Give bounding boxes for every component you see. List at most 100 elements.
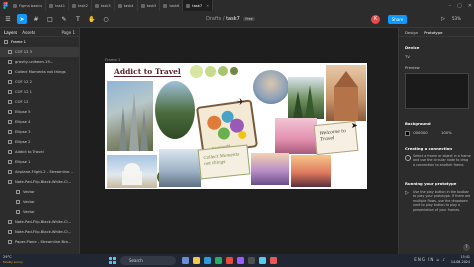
layer-item[interactable]: Collect Moments not things bbox=[0, 67, 79, 77]
frame-label[interactable]: Frame 1 bbox=[105, 57, 120, 62]
move-tool-icon[interactable]: ➤ bbox=[17, 14, 27, 24]
text-tool-icon[interactable]: T bbox=[73, 14, 83, 24]
layer-item[interactable]: COF 12 1 bbox=[0, 87, 79, 97]
browser-tab[interactable]: task6 bbox=[160, 0, 184, 11]
device-select[interactable]: TV bbox=[405, 54, 410, 59]
tab-layers[interactable]: Layers bbox=[4, 30, 17, 35]
layer-item[interactable]: Ellipse 5 bbox=[0, 107, 79, 117]
file-explorer-icon[interactable] bbox=[193, 257, 200, 264]
paper-plane-icon[interactable]: ➤ bbox=[351, 121, 358, 130]
team-name[interactable]: Drafts bbox=[206, 16, 221, 22]
layer-item[interactable]: Note-Pad-Flip-Black-White-Cl... bbox=[0, 217, 79, 227]
browser-tab[interactable]: task2 bbox=[69, 0, 92, 11]
browser-tab[interactable]: task4 bbox=[115, 0, 138, 11]
canvas[interactable]: Frame 1 Addict to Travel travel world ✈ bbox=[80, 28, 398, 254]
layer-item[interactable]: Vector bbox=[0, 187, 79, 197]
weather-widget[interactable]: 29°C Mostly sunny bbox=[3, 255, 23, 265]
layer-item[interactable]: Ellipse 4 bbox=[0, 117, 79, 127]
artboard-frame[interactable]: Addict to Travel travel world ✈ bbox=[105, 63, 367, 189]
minimize-icon[interactable]: – bbox=[449, 3, 452, 9]
language-indicator[interactable]: ENG IN bbox=[414, 257, 434, 262]
chrome-icon[interactable] bbox=[226, 257, 233, 264]
media-icon[interactable] bbox=[270, 257, 277, 264]
oval-landscape-photo[interactable] bbox=[155, 81, 195, 139]
airplane-icon[interactable]: ✈ bbox=[237, 98, 245, 108]
layer-item[interactable]: Ellipse 1 bbox=[0, 157, 79, 167]
figma-taskbar-icon[interactable] bbox=[237, 257, 244, 264]
layer-item[interactable]: COF 12 bbox=[0, 97, 79, 107]
mail-icon[interactable] bbox=[259, 257, 266, 264]
city-photo[interactable] bbox=[275, 118, 317, 154]
layer-item[interactable]: Ellipse 3 bbox=[0, 127, 79, 137]
zoom-level[interactable]: 53% bbox=[452, 16, 461, 21]
layer-item[interactable]: COF 12 3 bbox=[0, 47, 79, 57]
palette-ellipse-4[interactable] bbox=[230, 67, 238, 75]
maximize-icon[interactable]: ▢ bbox=[457, 3, 462, 9]
layer-label: COF 12 2 bbox=[15, 80, 32, 84]
browser-tab[interactable]: task1 bbox=[46, 0, 69, 11]
system-tray-icons[interactable]: ENG IN ⌂ ♪ bbox=[414, 257, 446, 262]
sunset-photo[interactable] bbox=[291, 155, 331, 187]
figma-logo-icon[interactable] bbox=[0, 0, 10, 11]
clock[interactable]: 15:41 14-08-2024 bbox=[451, 255, 470, 265]
task-view-icon[interactable] bbox=[182, 257, 189, 264]
close-icon[interactable]: ✕ bbox=[468, 3, 472, 9]
shape-tool-icon[interactable]: □ bbox=[45, 14, 55, 24]
layer-item[interactable]: Note-Pad-Flip-Black-White-Cl... bbox=[0, 177, 79, 187]
pagoda-photo[interactable] bbox=[159, 149, 201, 187]
store-icon[interactable] bbox=[215, 257, 222, 264]
share-button[interactable]: Share bbox=[388, 15, 407, 24]
tab-assets[interactable]: Assets bbox=[22, 30, 35, 35]
taskbar-search[interactable]: Search bbox=[120, 256, 176, 265]
tab-favicon-icon bbox=[163, 3, 168, 8]
lavender-photo[interactable] bbox=[251, 153, 289, 185]
page-selector[interactable]: Page 1 bbox=[62, 30, 76, 35]
layer-item[interactable]: gravity-unikeen-19... bbox=[0, 57, 79, 67]
layer-item[interactable]: Frame 1 bbox=[0, 37, 79, 47]
windows-start-icon[interactable] bbox=[109, 257, 116, 264]
traveler-photo[interactable] bbox=[253, 70, 289, 104]
layer-icon bbox=[16, 190, 20, 194]
browser-tab[interactable]: task3 bbox=[92, 0, 115, 11]
taj-mahal-photo[interactable] bbox=[107, 155, 157, 188]
main-menu-icon[interactable]: ☰ bbox=[3, 14, 13, 24]
comment-tool-icon[interactable]: ○ bbox=[101, 14, 111, 24]
background-opacity[interactable]: 100% bbox=[441, 130, 452, 135]
palette-ellipse-2[interactable] bbox=[205, 66, 216, 77]
layer-item[interactable]: Vector bbox=[0, 207, 79, 217]
layer-item[interactable]: Vector bbox=[0, 197, 79, 207]
layer-item[interactable]: Addict to Travel bbox=[0, 147, 79, 157]
help-icon[interactable]: ? bbox=[463, 244, 470, 251]
avatar[interactable]: K bbox=[371, 15, 380, 24]
browser-tab[interactable]: task5 bbox=[138, 0, 161, 11]
frame-tool-icon[interactable]: # bbox=[31, 14, 41, 24]
play-icon[interactable]: ▷ bbox=[439, 15, 447, 24]
file-name[interactable]: task7 bbox=[226, 16, 240, 22]
layer-item[interactable]: Note-Pad-Flip-Black-White-Cl... bbox=[0, 227, 79, 237]
layer-item[interactable]: Airplane-Flight-2 - Streamline... bbox=[0, 167, 79, 177]
artboard-title[interactable]: Addict to Travel bbox=[114, 67, 181, 77]
layer-item[interactable]: Ellipse 2 bbox=[0, 137, 79, 147]
quote-postcard[interactable]: Collect Moments not things bbox=[197, 144, 251, 180]
hand-tool-icon[interactable]: ✋ bbox=[87, 14, 97, 24]
palette-ellipse-1[interactable] bbox=[190, 65, 203, 78]
background-swatch[interactable] bbox=[405, 130, 410, 136]
layer-icon bbox=[8, 170, 12, 174]
monument-photo[interactable] bbox=[326, 65, 366, 121]
palette-ellipse-3[interactable] bbox=[218, 66, 228, 76]
tab-design[interactable]: Design bbox=[405, 30, 418, 35]
pen-tool-icon[interactable]: ✎ bbox=[59, 14, 69, 24]
background-hex[interactable]: 000000 bbox=[413, 130, 428, 135]
file-title[interactable]: Drafts / task7 Free bbox=[206, 16, 255, 22]
edge-icon[interactable] bbox=[204, 257, 211, 264]
browser-tab[interactable]: task7 ✕ bbox=[183, 0, 214, 11]
layer-item[interactable]: COF 12 2 bbox=[0, 77, 79, 87]
tab-prototype[interactable]: Prototype bbox=[424, 30, 442, 35]
layer-item[interactable]: Paper-Plane - Streamline Bra... bbox=[0, 237, 79, 247]
tab-close-icon[interactable]: ✕ bbox=[206, 4, 209, 8]
forest-photo[interactable] bbox=[288, 77, 324, 119]
browser-tab[interactable]: Figma basics bbox=[10, 0, 47, 11]
app-icon[interactable] bbox=[248, 257, 255, 264]
temple-photo[interactable] bbox=[107, 81, 153, 151]
background-field[interactable]: 000000 100% bbox=[405, 130, 452, 136]
